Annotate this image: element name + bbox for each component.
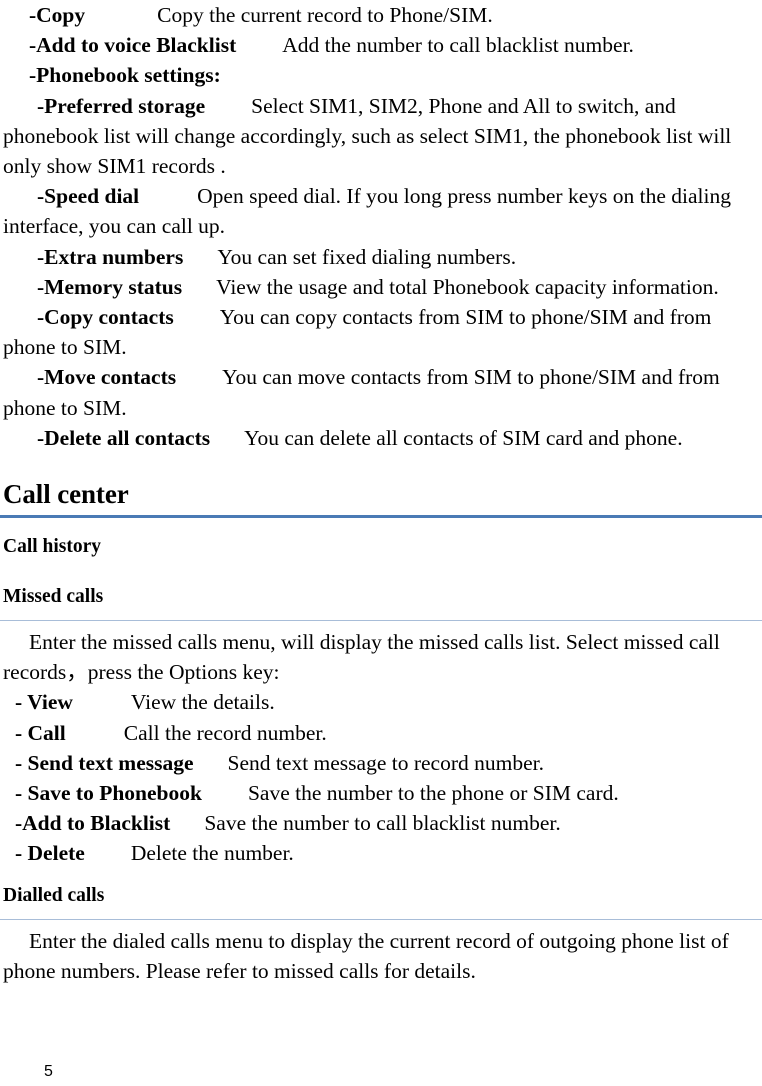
setting-label: -Extra numbers bbox=[37, 244, 184, 269]
setting-label: -Preferred storage bbox=[37, 93, 206, 118]
option-label: - View bbox=[15, 690, 73, 715]
subsection-heading-missed-calls: Missed calls bbox=[3, 586, 104, 608]
setting-label: -Speed dial bbox=[37, 184, 140, 209]
heading-spacer bbox=[0, 610, 762, 620]
setting-description: View the usage and total Phonebook capac… bbox=[216, 274, 719, 299]
dialled-calls-body: Enter the dialed calls menu to display t… bbox=[3, 928, 729, 983]
heading-spacer bbox=[0, 909, 762, 919]
list-item: - View View the details. bbox=[0, 687, 762, 717]
option-label: - Send text message bbox=[15, 750, 194, 775]
setting-label: -Delete all contacts bbox=[37, 425, 211, 450]
setting-label: -Move contacts bbox=[37, 365, 177, 390]
list-item: -Move contacts You can move contacts from… bbox=[0, 362, 762, 422]
list-item: - Call Call the record number. bbox=[0, 718, 762, 748]
option-label: - Save to Phonebook bbox=[15, 781, 202, 806]
option-label: - Delete bbox=[15, 841, 85, 866]
list-item: - Delete Delete the number. bbox=[0, 838, 762, 868]
list-item: -Copy contacts You can copy contacts from… bbox=[0, 302, 762, 362]
option-label: -Copy bbox=[29, 3, 86, 27]
option-description: Save the number to call blacklist number… bbox=[204, 811, 561, 836]
subsection-heading-dialled-calls: Dialled calls bbox=[3, 884, 105, 906]
document-page: -Copy Copy the current record to Phone/SI… bbox=[0, 0, 762, 1086]
option-description: Add the number to call blacklist number. bbox=[282, 33, 634, 58]
subsection-heading-call-history: Call history bbox=[3, 536, 102, 558]
option-description: Send text message to record number. bbox=[227, 750, 544, 775]
phonebook-settings-list: -Preferred storage Select SIM1, SIM2, Pho… bbox=[0, 91, 762, 453]
option-description: Copy the current record to Phone/SIM. bbox=[157, 3, 493, 27]
option-description: Save the number to the phone or SIM card… bbox=[247, 781, 619, 806]
option-label: -Add to Blacklist bbox=[15, 811, 171, 836]
list-item: -Speed dial Open speed dial. If you long … bbox=[0, 181, 762, 241]
list-item: -Extra numbers You can set fixed dialing … bbox=[0, 242, 762, 272]
heading-spacer bbox=[0, 518, 762, 534]
setting-label: -Memory status bbox=[37, 274, 183, 299]
list-item: -Memory status View the usage and total P… bbox=[0, 272, 762, 302]
list-item: -Add to voice Blacklist Add the number to… bbox=[0, 30, 762, 60]
section-heading-call-center: Call center bbox=[3, 479, 129, 510]
option-label: -Phonebook settings: bbox=[29, 63, 221, 88]
heading-spacer bbox=[0, 560, 762, 584]
list-item: -Add to Blacklist Save the number to call… bbox=[0, 808, 762, 838]
list-item: -Copy Copy the current record to Phone/SI… bbox=[0, 0, 762, 30]
setting-description: You can delete all contacts of SIM card … bbox=[244, 425, 683, 450]
option-label: - Call bbox=[15, 720, 66, 745]
missed-calls-options-list: - View View the details. - Call Call the r… bbox=[0, 687, 762, 868]
setting-description: You can set fixed dialing numbers. bbox=[217, 244, 517, 269]
page-number: 5 bbox=[44, 1063, 53, 1080]
option-description: Delete the number. bbox=[130, 841, 294, 866]
list-item: - Send text message Send text message to … bbox=[0, 748, 762, 778]
missed-calls-intro: Enter the missed calls menu, will displa… bbox=[3, 630, 720, 685]
list-item: -Phonebook settings: bbox=[0, 60, 762, 90]
list-item: - Save to Phonebook Save the number to th… bbox=[0, 778, 762, 808]
phonebook-options-list: -Copy Copy the current record to Phone/SI… bbox=[0, 0, 762, 91]
option-description: Call the record number. bbox=[123, 720, 327, 745]
option-label: -Add to voice Blacklist bbox=[29, 33, 237, 58]
setting-label: -Copy contacts bbox=[37, 305, 174, 330]
list-item: -Preferred storage Select SIM1, SIM2, Pho… bbox=[0, 91, 762, 182]
list-item: -Delete all contacts You can delete all c… bbox=[0, 423, 762, 453]
option-description: View the details. bbox=[130, 690, 275, 715]
